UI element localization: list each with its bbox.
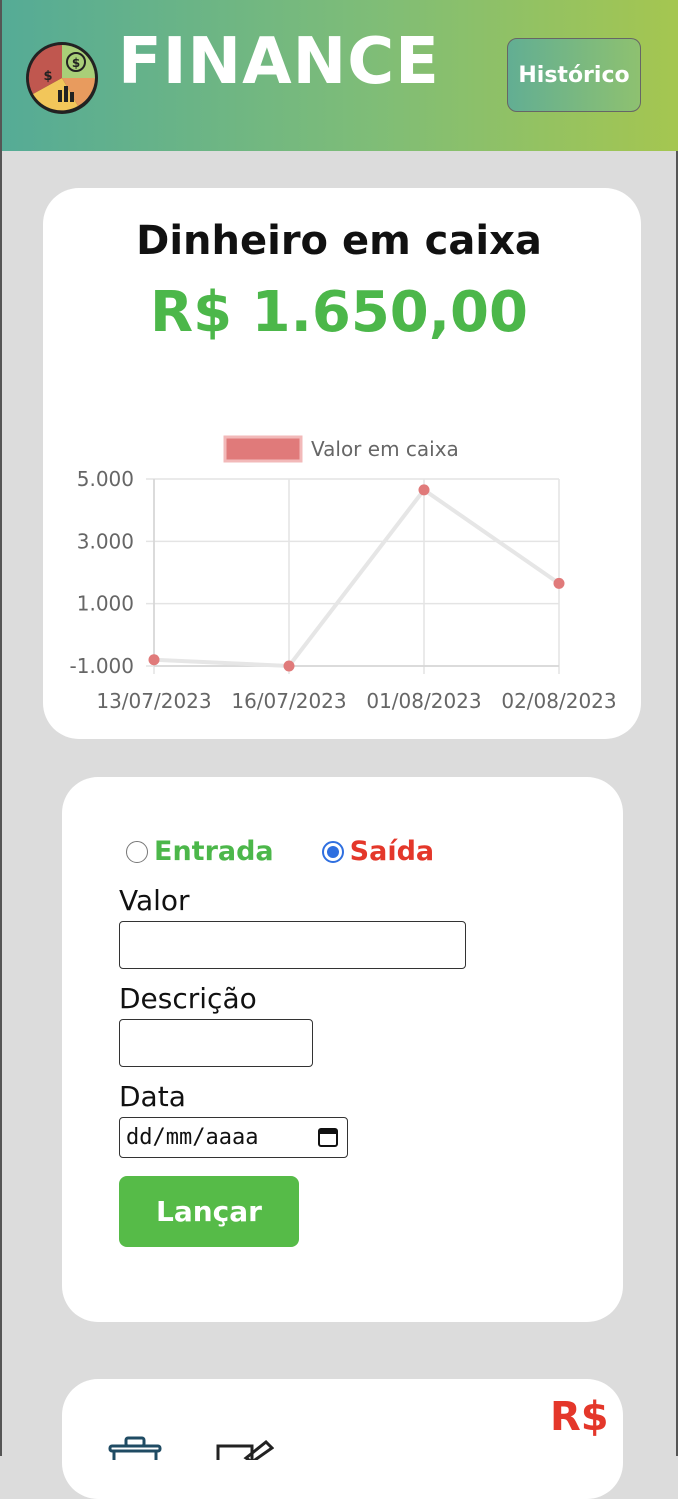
radio-saida-label[interactable]: Saída — [350, 836, 434, 867]
descricao-label: Descrição — [119, 982, 257, 1015]
data-point — [148, 654, 160, 666]
date-placeholder: dd/mm/aaaa — [126, 1125, 259, 1150]
x-tick-label: 01/08/2023 — [366, 689, 481, 713]
type-radio-group: Entrada Saída — [126, 836, 434, 867]
calendar-icon[interactable] — [317, 1126, 339, 1148]
finance-logo-icon: $ $ — [26, 42, 98, 114]
data-point — [283, 660, 295, 672]
valor-input[interactable] — [119, 921, 466, 969]
data-point — [418, 484, 430, 496]
cash-line-chart: Valor em caixa 5.000 3.000 1.000 -1.000 13/07… — [70, 435, 617, 713]
submit-button[interactable]: Lançar — [119, 1176, 299, 1247]
x-tick-label: 16/07/2023 — [231, 689, 346, 713]
x-tick-label: 13/07/2023 — [96, 689, 211, 713]
brand-title: FINANCE — [118, 25, 440, 99]
radio-saida[interactable] — [321, 840, 344, 863]
valor-label: Valor — [119, 884, 190, 917]
history-button[interactable]: Histórico — [507, 38, 641, 112]
edit-icon[interactable] — [216, 1440, 274, 1460]
radio-entrada-label[interactable]: Entrada — [154, 836, 274, 867]
radio-entrada[interactable] — [126, 840, 148, 863]
data-label: Data — [119, 1080, 186, 1113]
entry-currency: R$ — [550, 1394, 609, 1440]
svg-text:$: $ — [72, 56, 80, 70]
trash-icon[interactable] — [106, 1436, 164, 1460]
y-tick-label: 1.000 — [77, 592, 134, 616]
descricao-input[interactable] — [119, 1019, 313, 1067]
series-line — [153, 487, 561, 669]
legend-swatch — [223, 435, 303, 463]
svg-text:$: $ — [43, 69, 52, 84]
date-input[interactable]: dd/mm/aaaa — [119, 1117, 348, 1158]
x-tick-label: 02/08/2023 — [501, 689, 616, 713]
legend-label: Valor em caixa — [311, 437, 459, 461]
cash-value: R$ 1.650,00 — [150, 280, 528, 345]
y-tick-label: 3.000 — [77, 529, 134, 553]
app-header: $ $ FINANCE Histórico — [2, 0, 678, 151]
cash-title: Dinheiro em caixa — [136, 218, 542, 264]
data-point — [553, 577, 565, 589]
y-tick-label: -1.000 — [70, 654, 134, 678]
y-tick-label: 5.000 — [77, 467, 134, 491]
